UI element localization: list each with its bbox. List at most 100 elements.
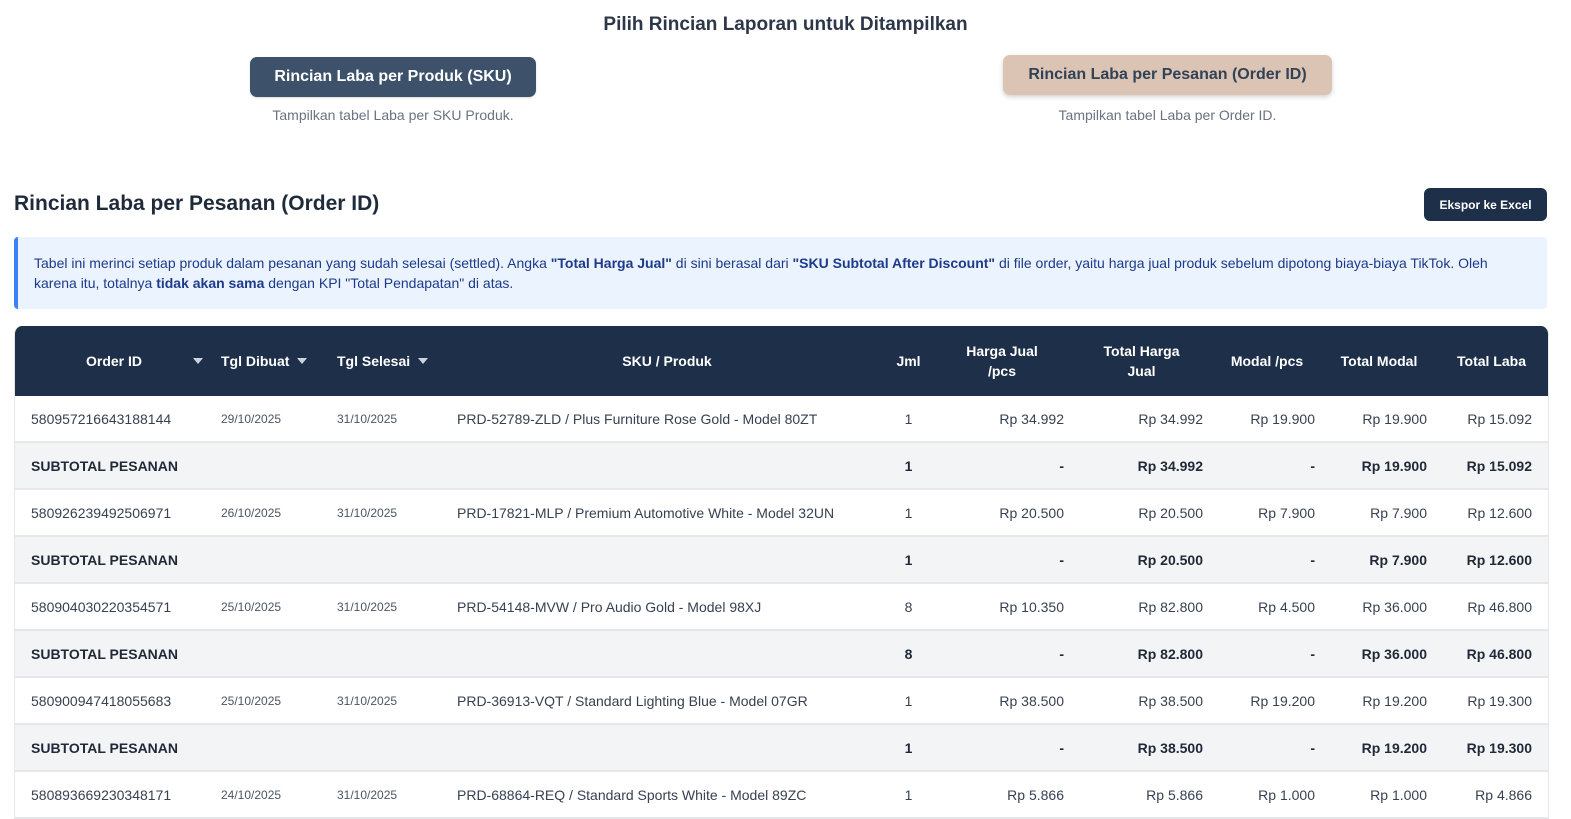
cell-jml: 1 (885, 677, 932, 725)
cell-total-laba: Rp 4.866 (1435, 771, 1548, 819)
cell-harga-jual: Rp 10.350 (932, 583, 1072, 631)
header-order-id-label: Order ID (85, 353, 142, 369)
cell-total-harga: Rp 20.500 (1072, 536, 1211, 584)
cell-harga-jual: - (932, 630, 1072, 678)
cell-jml: 1 (885, 536, 932, 584)
cell-total-harga: Rp 38.500 (1072, 677, 1211, 725)
header-tgl-dibuat[interactable]: Tgl Dibuat (213, 326, 329, 396)
info-bold-sku-subtotal: "SKU Subtotal After Discount" (792, 255, 996, 271)
cell-total-modal: Rp 19.200 (1323, 677, 1435, 725)
header-harga-jual-line1: Harga Jual (966, 343, 1038, 359)
order-breakdown-description: Tampilkan tabel Laba per Order ID. (1058, 107, 1277, 123)
sku-breakdown-description: Tampilkan tabel Laba per SKU Produk. (272, 107, 514, 123)
table-row: 580926239492506971 26/10/2025 31/10/2025… (15, 489, 1548, 537)
info-text-4: dengan KPI "Total Pendapatan" di atas. (264, 275, 514, 291)
cell-tgl-dibuat: 29/10/2025 (213, 396, 329, 443)
subtotal-row: SUBTOTAL PESANAN 1 - Rp 20.500 - Rp 7.90… (15, 536, 1548, 584)
cell-sku: PRD-36913-VQT / Standard Lighting Blue -… (449, 677, 885, 725)
cell-total-modal: Rp 19.900 (1323, 442, 1435, 490)
cell-total-modal: Rp 19.200 (1323, 724, 1435, 772)
cell-total-harga: Rp 82.800 (1072, 583, 1211, 631)
cell-tgl-dibuat: 26/10/2025 (213, 489, 329, 537)
cell-order-id: 580926239492506971 (15, 489, 213, 537)
subtotal-label: SUBTOTAL PESANAN (15, 442, 885, 490)
cell-tgl-selesai: 31/10/2025 (329, 396, 449, 443)
cell-total-modal: Rp 1.000 (1323, 771, 1435, 819)
cell-tgl-selesai: 31/10/2025 (329, 677, 449, 725)
subtotal-row: SUBTOTAL PESANAN 1 - Rp 34.992 - Rp 19.9… (15, 442, 1548, 490)
cell-sku: PRD-54148-MVW / Pro Audio Gold - Model 9… (449, 583, 885, 631)
cell-total-harga: Rp 38.500 (1072, 724, 1211, 772)
cell-total-modal: Rp 36.000 (1323, 583, 1435, 631)
cell-modal-pcs: Rp 7.900 (1211, 489, 1323, 537)
cell-total-modal: Rp 7.900 (1323, 489, 1435, 537)
cell-total-laba: Rp 12.600 (1435, 536, 1548, 584)
cell-jml: 1 (885, 724, 932, 772)
table-row: 580900947418055683 25/10/2025 31/10/2025… (15, 677, 1548, 725)
option-order: Rincian Laba per Pesanan (Order ID) Tamp… (1003, 55, 1332, 123)
sort-down-icon[interactable] (297, 358, 308, 364)
order-breakdown-button[interactable]: Rincian Laba per Pesanan (Order ID) (1003, 55, 1332, 95)
cell-total-harga: Rp 82.800 (1072, 630, 1211, 678)
cell-total-laba: Rp 15.092 (1435, 442, 1548, 490)
header-total-harga-line2: Jual (1127, 363, 1156, 379)
cell-modal-pcs: Rp 19.200 (1211, 677, 1323, 725)
cell-tgl-dibuat: 25/10/2025 (213, 583, 329, 631)
cell-total-laba: Rp 19.300 (1435, 677, 1548, 725)
cell-total-modal: Rp 19.900 (1323, 396, 1435, 443)
sku-breakdown-button[interactable]: Rincian Laba per Produk (SKU) (250, 57, 536, 97)
sort-down-icon[interactable] (193, 358, 203, 364)
subtotal-label: SUBTOTAL PESANAN (15, 630, 885, 678)
cell-tgl-selesai: 31/10/2025 (329, 771, 449, 819)
header-modal-pcs: Modal /pcs (1211, 326, 1323, 396)
header-harga-jual-line2: /pcs (987, 363, 1016, 379)
export-excel-button[interactable]: Ekspor ke Excel (1424, 188, 1547, 221)
cell-modal-pcs: Rp 4.500 (1211, 583, 1323, 631)
cell-modal-pcs: - (1211, 536, 1323, 584)
info-note: Tabel ini merinci setiap produk dalam pe… (14, 237, 1547, 309)
subtotal-label: SUBTOTAL PESANAN (15, 724, 885, 772)
cell-order-id: 580957216643188144 (15, 396, 213, 443)
cell-tgl-selesai: 31/10/2025 (329, 489, 449, 537)
cell-modal-pcs: - (1211, 630, 1323, 678)
sort-down-icon[interactable] (418, 358, 429, 364)
cell-tgl-selesai: 31/10/2025 (329, 583, 449, 631)
cell-total-laba: Rp 15.092 (1435, 396, 1548, 443)
cell-jml: 1 (885, 489, 932, 537)
header-sku: SKU / Produk (449, 326, 885, 396)
cell-tgl-dibuat: 24/10/2025 (213, 771, 329, 819)
cell-jml: 1 (885, 771, 932, 819)
cell-modal-pcs: Rp 19.900 (1211, 396, 1323, 443)
option-sku: Rincian Laba per Produk (SKU) Tampilkan … (250, 57, 536, 123)
section-title: Rincian Laba per Pesanan (Order ID) (14, 192, 380, 215)
header-total-modal: Total Modal (1323, 326, 1435, 396)
cell-harga-jual: - (932, 724, 1072, 772)
header-total-modal-label: Total Modal (1340, 353, 1418, 369)
cell-total-harga: Rp 20.500 (1072, 489, 1211, 537)
info-bold-tidak-akan-sama: tidak akan sama (156, 275, 265, 291)
cell-total-harga: Rp 34.992 (1072, 396, 1211, 443)
cell-total-harga: Rp 5.866 (1072, 771, 1211, 819)
table-row: 580957216643188144 29/10/2025 31/10/2025… (15, 396, 1548, 443)
header-tgl-selesai[interactable]: Tgl Selesai (329, 326, 449, 396)
header-total-laba: Total Laba (1435, 326, 1548, 396)
cell-order-id: 580900947418055683 (15, 677, 213, 725)
subtotal-label: SUBTOTAL PESANAN (15, 536, 885, 584)
header-modal-pcs-label: Modal /pcs (1230, 353, 1304, 369)
header-total-harga-jual: Total Harga Jual (1072, 326, 1211, 396)
subtotal-row: SUBTOTAL PESANAN 8 - Rp 82.800 - Rp 36.0… (15, 630, 1548, 678)
cell-jml: 8 (885, 583, 932, 631)
cell-total-laba: Rp 46.800 (1435, 630, 1548, 678)
cell-modal-pcs: Rp 1.000 (1211, 771, 1323, 819)
header-order-id[interactable]: Order ID (15, 326, 213, 396)
cell-total-modal: Rp 7.900 (1323, 536, 1435, 584)
cell-order-id: 580904030220354571 (15, 583, 213, 631)
table-row: 580893669230348171 24/10/2025 31/10/2025… (15, 771, 1548, 819)
header-jml: Jml (885, 326, 932, 396)
cell-modal-pcs: - (1211, 442, 1323, 490)
header-sku-label: SKU / Produk (622, 353, 712, 369)
cell-modal-pcs: - (1211, 724, 1323, 772)
cell-tgl-dibuat: 25/10/2025 (213, 677, 329, 725)
cell-total-modal: Rp 36.000 (1323, 630, 1435, 678)
cell-total-laba: Rp 46.800 (1435, 583, 1548, 631)
